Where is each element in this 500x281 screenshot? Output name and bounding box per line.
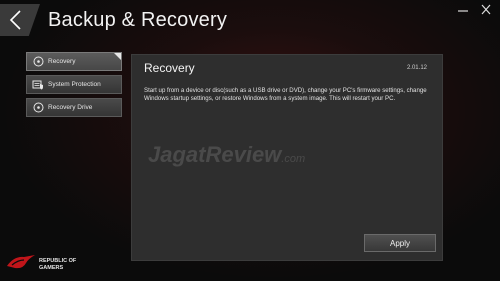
brand-line-2: GAMERS: [39, 264, 64, 271]
minimize-icon[interactable]: [455, 4, 471, 16]
rog-logo: REPUBLIC OF GAMERS: [6, 252, 106, 276]
sidebar-item-label: System Protection: [48, 81, 101, 88]
panel-description: Start up from a device or disc(such as a…: [144, 87, 427, 102]
title-bar: Backup & Recovery: [0, 0, 500, 40]
app-title: Backup & Recovery: [48, 9, 228, 31]
recovery-disc-icon: [31, 56, 45, 68]
panel-title: Recovery: [144, 61, 195, 75]
version-label: 2.01.12: [406, 65, 427, 71]
sidebar-item-label: Recovery: [48, 58, 76, 65]
shield-drive-icon: [31, 79, 45, 91]
watermark-domain: .com: [281, 153, 306, 165]
watermark-text: JagatReview: [148, 142, 282, 167]
chevron-left-icon: [9, 10, 21, 30]
rog-eye-icon: [7, 255, 35, 269]
sidebar-item-recovery-drive[interactable]: Recovery Drive: [26, 98, 122, 117]
back-button[interactable]: [0, 4, 40, 36]
sidebar-item-recovery[interactable]: Recovery: [26, 52, 122, 71]
brand-line-1: REPUBLIC OF: [39, 258, 77, 264]
watermark: JagatReview.com: [148, 142, 305, 168]
sidebar: Recovery System Protection Recovery Driv…: [26, 52, 122, 121]
sidebar-item-label: Recovery Drive: [48, 104, 93, 111]
brand-text: REPUBLIC OF GAMERS: [39, 258, 76, 271]
close-icon[interactable]: [478, 4, 494, 16]
apply-button[interactable]: Apply: [364, 234, 436, 252]
sidebar-item-system-protection[interactable]: System Protection: [26, 75, 122, 94]
recovery-drive-icon: [31, 102, 45, 114]
